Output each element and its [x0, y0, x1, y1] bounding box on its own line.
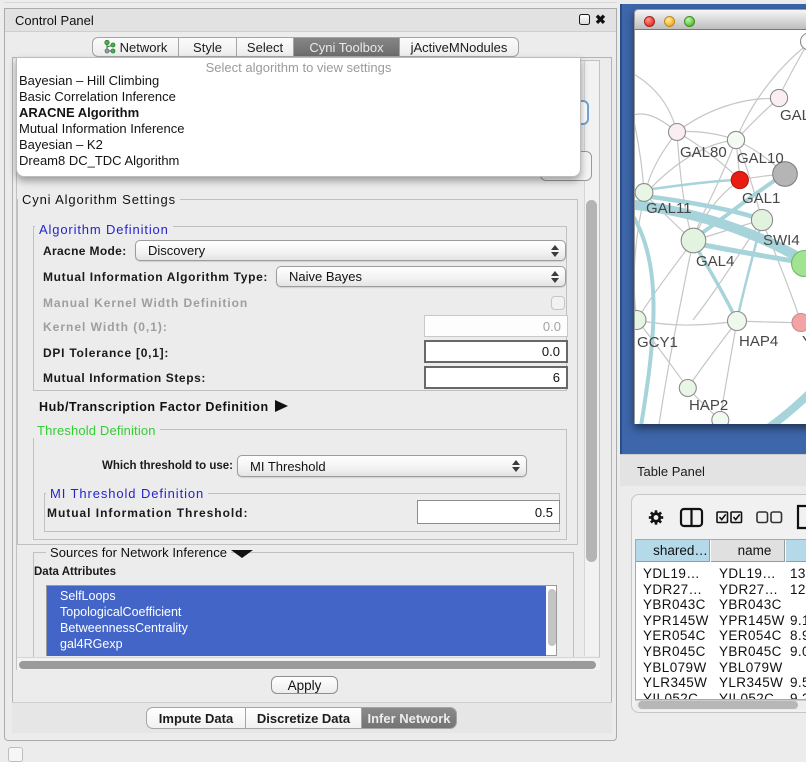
svg-text:GCY1: GCY1: [637, 334, 678, 351]
svg-text:Y: Y: [802, 333, 806, 350]
svg-text:GAL10: GAL10: [737, 150, 784, 167]
svg-text:GAL80: GAL80: [680, 144, 727, 161]
svg-text:GAL1: GAL1: [742, 190, 780, 207]
svg-text:GAL7: GAL7: [780, 107, 806, 124]
svg-text:GAL4: GAL4: [696, 253, 734, 270]
svg-text:GAL11: GAL11: [646, 200, 692, 217]
svg-text:HAP4: HAP4: [739, 333, 778, 350]
svg-text:SWI4: SWI4: [763, 232, 800, 249]
svg-text:HAP2: HAP2: [689, 397, 728, 414]
